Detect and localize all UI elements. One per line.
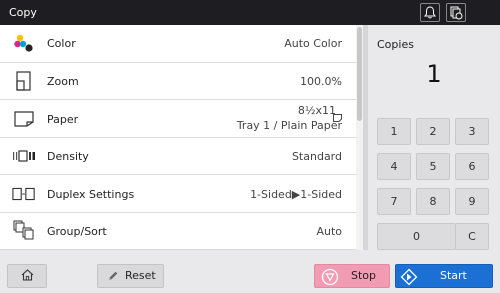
copies-count: 1: [426, 60, 442, 88]
start-icon: [400, 268, 418, 289]
setting-row-duplex[interactable]: Duplex Settings 1-Sided▶1-Sided: [0, 175, 356, 213]
setting-row-color[interactable]: Color Auto Color: [0, 25, 356, 63]
setting-row-zoom[interactable]: Zoom 100.0%: [0, 63, 356, 100]
group-sort-icon: [12, 219, 36, 241]
keypad-9[interactable]: 9: [455, 188, 489, 215]
reset-label: Reset: [125, 269, 156, 282]
setting-value-secondary: Tray 1 / Plain Paper: [236, 119, 342, 132]
keypad-3[interactable]: 3: [455, 118, 489, 145]
home-icon: [21, 268, 34, 284]
job-status-icon[interactable]: [446, 3, 466, 22]
keypad-8[interactable]: 8: [416, 188, 450, 215]
setting-row-paper[interactable]: Paper 8½x11 Tray 1 / Plain Paper: [0, 100, 356, 138]
setting-value: 100.0%: [300, 75, 342, 88]
settings-scrollbar[interactable]: [356, 25, 363, 250]
keypad-7[interactable]: 7: [377, 188, 411, 215]
stop-label: Stop: [351, 269, 377, 282]
setting-label: Duplex Settings: [47, 188, 135, 201]
page-title: Copy: [9, 6, 37, 19]
setting-value: 1-Sided▶1-Sided: [250, 188, 342, 201]
keypad-4[interactable]: 4: [377, 153, 411, 180]
keypad-5[interactable]: 5: [416, 153, 450, 180]
duplex-icon: [12, 183, 36, 205]
keypad-0[interactable]: 0: [377, 223, 456, 250]
density-icon: [12, 145, 36, 167]
keypad-1[interactable]: 1: [377, 118, 411, 145]
bell-icon[interactable]: [420, 3, 440, 22]
setting-label: Zoom: [47, 75, 79, 88]
panel-divider: [363, 25, 368, 250]
home-button[interactable]: [7, 264, 47, 288]
setting-label: Density: [47, 150, 89, 163]
setting-label: Color: [47, 37, 76, 50]
paper-icon: [12, 108, 36, 130]
keypad-2[interactable]: 2: [416, 118, 450, 145]
setting-value: Standard: [291, 150, 342, 163]
stop-button[interactable]: Stop: [314, 264, 390, 288]
pencil-icon: [107, 270, 119, 285]
start-label: Start: [440, 269, 467, 282]
title-bar: Copy: [0, 0, 500, 25]
setting-row-density[interactable]: Density Standard: [0, 138, 356, 175]
setting-label: Group/Sort: [47, 225, 107, 238]
stop-icon: [321, 268, 339, 289]
setting-value: Auto: [316, 225, 342, 238]
keypad-6[interactable]: 6: [455, 153, 489, 180]
keypad-clear[interactable]: C: [455, 223, 489, 250]
setting-label: Paper: [47, 113, 79, 126]
color-dots-icon: [12, 32, 36, 54]
copies-label: Copies: [377, 38, 414, 51]
setting-value: Auto Color: [284, 37, 342, 50]
reset-button[interactable]: Reset: [97, 264, 164, 288]
settings-list: Color Auto Color Zoom 100.0% Paper 8½x11…: [0, 25, 363, 250]
zoom-page-icon: [12, 70, 36, 92]
scrollbar-thumb[interactable]: [357, 27, 362, 121]
setting-value: 8½x11: [297, 104, 336, 117]
setting-row-group-sort[interactable]: Group/Sort Auto: [0, 213, 356, 250]
start-button[interactable]: Start: [395, 264, 493, 288]
